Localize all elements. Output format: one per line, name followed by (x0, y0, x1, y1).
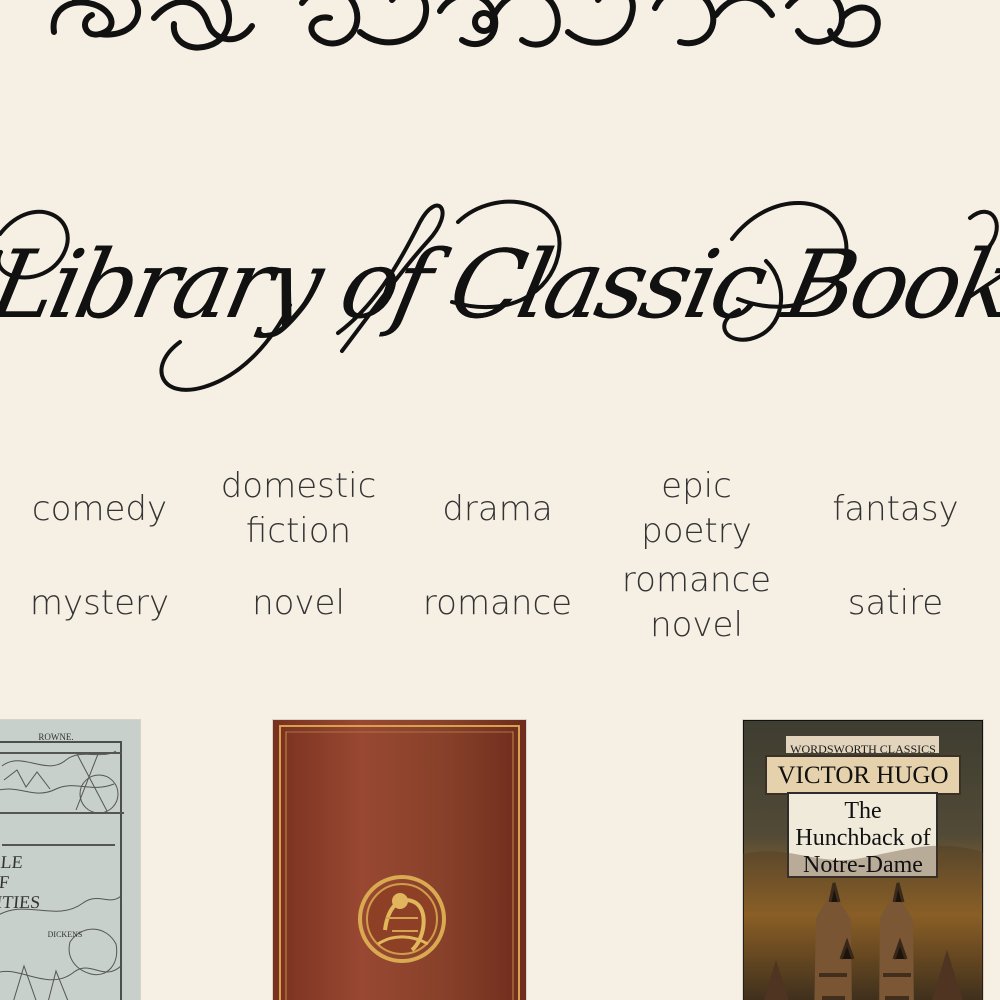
book-cover-tale-of-two-cities[interactable]: ROWNE. ALE OF CITIES DICKENS (0, 720, 140, 1000)
genre-link-comedy[interactable]: comedy (0, 462, 199, 556)
book-author-label: VICTOR HUGO (777, 762, 949, 789)
book-cover-top-text: ROWNE. (38, 732, 74, 742)
genre-link-epic-poetry[interactable]: epic poetry (597, 462, 796, 556)
book-cover-alice-red-hardcover[interactable] (273, 720, 526, 1000)
book-series-label: WORDSWORTH CLASSICS (790, 742, 936, 756)
genre-link-domestic-fiction[interactable]: domestic fiction (199, 462, 398, 556)
genre-link-fantasy[interactable]: fantasy (796, 462, 995, 556)
genre-link-mystery[interactable]: mystery (0, 556, 199, 650)
library-page: Library of Classic Books comedy domestic… (0, 0, 1000, 1000)
book-cover-title-fragment: ALE OF CITIES (0, 852, 42, 912)
genre-link-romance[interactable]: romance (398, 556, 597, 650)
red-hardcover-cover (273, 720, 526, 1000)
genre-navigation: comedy domestic fiction drama epic poetry … (0, 462, 1000, 652)
genre-link-drama[interactable]: drama (398, 462, 597, 556)
genre-link-satire[interactable]: satire (796, 556, 995, 650)
book-cover-author-fragment: DICKENS (47, 930, 83, 939)
book-title-label: The Hunchback of Notre-Dame (795, 798, 931, 878)
genre-link-romance-novel[interactable]: romance novel (597, 556, 796, 650)
page-title: Library of Classic Books (0, 231, 1000, 340)
ornamental-header-flourish (50, 0, 881, 51)
book-cover-hunchback-of-notre-dame[interactable]: WORDSWORTH CLASSICS VICTOR HUGO The Hunc… (743, 720, 983, 1000)
genre-link-novel[interactable]: novel (199, 556, 398, 650)
